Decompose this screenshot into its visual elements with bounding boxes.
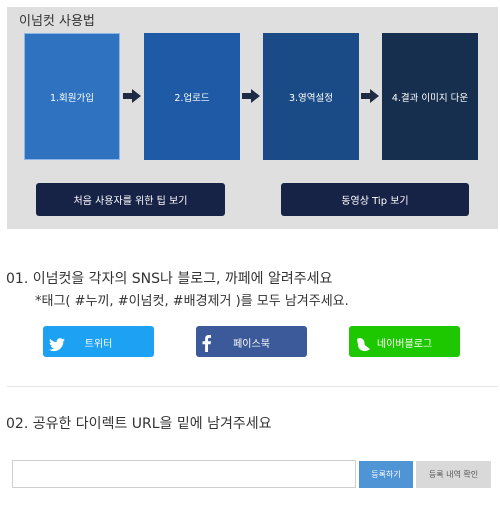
registration-history-button[interactable]: 등록 내역 확인: [416, 461, 491, 488]
step-upload: 2.업로드: [144, 33, 240, 160]
arrow-right-icon: [242, 89, 260, 103]
facebook-share-label: 페이스북: [233, 339, 270, 350]
step-area-setting: 3.영역설정: [263, 33, 359, 160]
twitter-share-label: 트위터: [84, 339, 113, 350]
register-button[interactable]: 등록하기: [359, 461, 413, 488]
twitter-share-button[interactable]: 트위터: [43, 326, 154, 357]
section-divider: [7, 386, 498, 387]
step-signup: 1.회원가입: [24, 33, 120, 160]
guide-panel: 이넘컷 사용법 1.회원가입 2.업로드 3.영역설정 4.결과 이미지 다운 …: [7, 7, 498, 229]
url-section-title: 02. 공유한 다이렉트 URL을 밑에 남겨주세요: [6, 416, 272, 432]
arrow-right-icon: [123, 89, 141, 103]
step-label: 2.업로드: [174, 92, 210, 104]
beginner-tips-button[interactable]: 처음 사용자를 위한 팁 보기: [36, 183, 225, 216]
video-tips-button[interactable]: 동영상 Tip 보기: [281, 183, 469, 216]
share-section-subtitle: *태그( #누끼, #이넘컷, #배경제거 )를 모두 남겨주세요.: [35, 294, 349, 309]
arrow-right-icon: [361, 89, 379, 103]
step-label: 3.영역설정: [288, 92, 334, 104]
naver-blog-share-label: 네이버블로그: [376, 339, 433, 350]
step-label: 1.회원가입: [49, 92, 95, 104]
share-section-title: 01. 이넘컷을 각자의 SNS나 블로그, 까페에 알려주세요: [6, 271, 333, 287]
guide-title: 이넘컷 사용법: [19, 14, 95, 29]
step-label: 4.결과 이미지 다운: [391, 92, 469, 104]
step-download-result: 4.결과 이미지 다운: [382, 33, 478, 160]
naver-blog-share-button[interactable]: 네이버블로그: [349, 326, 460, 357]
facebook-share-button[interactable]: 페이스북: [196, 326, 307, 357]
direct-url-input[interactable]: [12, 460, 356, 488]
